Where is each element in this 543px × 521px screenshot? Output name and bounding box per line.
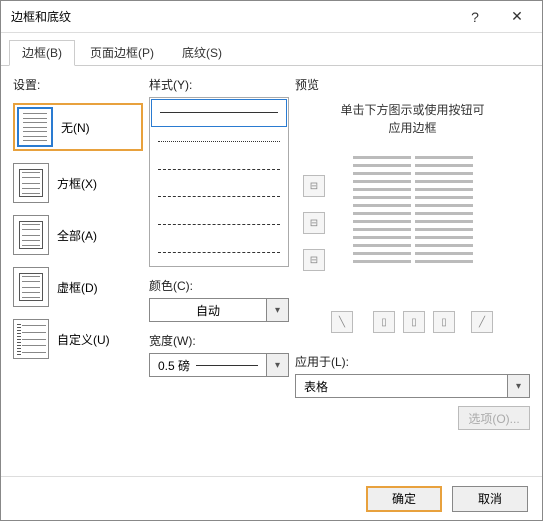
tab-page-borders[interactable]: 页面边框(P): [77, 40, 167, 66]
style-option-dashed-fine[interactable]: [150, 155, 288, 183]
chevron-down-icon[interactable]: ▾: [508, 374, 530, 398]
border-diag-down-button[interactable]: ╲: [331, 311, 353, 333]
chevron-down-icon[interactable]: ▾: [267, 353, 289, 377]
style-list[interactable]: [149, 97, 289, 267]
width-select[interactable]: 0.5 磅 ▾: [149, 353, 289, 377]
close-button[interactable]: ✕: [496, 3, 538, 31]
border-right-button[interactable]: ▯: [433, 311, 455, 333]
width-sample-line: [196, 365, 258, 366]
none-icon: [17, 107, 53, 147]
style-option-solid[interactable]: [151, 99, 287, 127]
preview-hint: 单击下方图示或使用按钮可 应用边框: [295, 97, 530, 141]
setting-grid-label: 虚框(D): [57, 279, 98, 296]
dialog-window: 边框和底纹 ? ✕ 边框(B) 页面边框(P) 底纹(S) 设置: 无(N) 方…: [0, 0, 543, 521]
tab-shading[interactable]: 底纹(S): [169, 40, 235, 66]
setting-grid[interactable]: 虚框(D): [13, 267, 143, 307]
preview-table-icon[interactable]: [353, 153, 473, 263]
setting-none[interactable]: 无(N): [13, 103, 143, 151]
border-left-button[interactable]: ▯: [373, 311, 395, 333]
apply-select[interactable]: 表格 ▾: [295, 374, 530, 398]
style-option-dashed[interactable]: [150, 183, 288, 211]
setting-custom[interactable]: 自定义(U): [13, 319, 143, 359]
width-value: 0.5 磅: [158, 357, 190, 374]
setting-none-label: 无(N): [61, 119, 90, 136]
cancel-button[interactable]: 取消: [452, 486, 528, 512]
window-title: 边框和底纹: [11, 8, 454, 25]
chevron-down-icon[interactable]: ▾: [267, 298, 289, 322]
setting-box-label: 方框(X): [57, 175, 97, 192]
border-bottom-button[interactable]: ⊟: [303, 249, 325, 271]
titlebar: 边框和底纹 ? ✕: [1, 1, 542, 33]
color-select[interactable]: 自动 ▾: [149, 298, 289, 322]
color-group: 颜色(C): 自动 ▾: [149, 277, 289, 322]
apply-value: 表格: [295, 374, 508, 398]
style-label: 样式(Y):: [149, 76, 289, 93]
border-inside-v-button[interactable]: ▯: [403, 311, 425, 333]
dialog-footer: 确定 取消: [1, 476, 542, 520]
style-option-dotted[interactable]: [150, 128, 288, 156]
options-button: 选项(O)...: [458, 406, 530, 430]
setting-box[interactable]: 方框(X): [13, 163, 143, 203]
box-icon: [13, 163, 49, 203]
tab-borders[interactable]: 边框(B): [9, 40, 75, 66]
all-icon: [13, 215, 49, 255]
preview-box: 单击下方图示或使用按钮可 应用边框 ⊟ ⊟ ⊟ ╲ ▯ ▯ ▯ ╱: [295, 97, 530, 347]
color-label: 颜色(C):: [149, 277, 289, 294]
settings-label: 设置:: [13, 76, 143, 93]
border-top-button[interactable]: ⊟: [303, 175, 325, 197]
preview-label: 预览: [295, 76, 530, 93]
tab-strip: 边框(B) 页面边框(P) 底纹(S): [1, 33, 542, 66]
border-diag-up-button[interactable]: ╱: [471, 311, 493, 333]
setting-custom-label: 自定义(U): [57, 331, 110, 348]
settings-column: 设置: 无(N) 方框(X) 全部(A): [13, 76, 143, 468]
help-button[interactable]: ?: [454, 3, 496, 31]
border-inside-h-button[interactable]: ⊟: [303, 212, 325, 234]
ok-button[interactable]: 确定: [366, 486, 442, 512]
width-label: 宽度(W):: [149, 332, 289, 349]
grid-icon: [13, 267, 49, 307]
apply-label: 应用于(L):: [295, 353, 530, 370]
width-value-box: 0.5 磅: [149, 353, 267, 377]
setting-all[interactable]: 全部(A): [13, 215, 143, 255]
style-option-long-dash[interactable]: [150, 238, 288, 266]
preview-column: 预览 单击下方图示或使用按钮可 应用边框 ⊟ ⊟ ⊟ ╲ ▯ ▯ ▯ ╱ 应用于…: [295, 76, 530, 468]
width-group: 宽度(W): 0.5 磅 ▾: [149, 332, 289, 377]
setting-all-label: 全部(A): [57, 227, 97, 244]
dialog-body: 设置: 无(N) 方框(X) 全部(A): [1, 66, 542, 476]
style-option-dash-dot[interactable]: [150, 211, 288, 239]
apply-group: 应用于(L): 表格 ▾ 选项(O)...: [295, 353, 530, 430]
style-column: 样式(Y): 颜色(C): 自动 ▾ 宽度(W):: [149, 76, 289, 468]
color-value: 自动: [149, 298, 267, 322]
custom-icon: [13, 319, 49, 359]
